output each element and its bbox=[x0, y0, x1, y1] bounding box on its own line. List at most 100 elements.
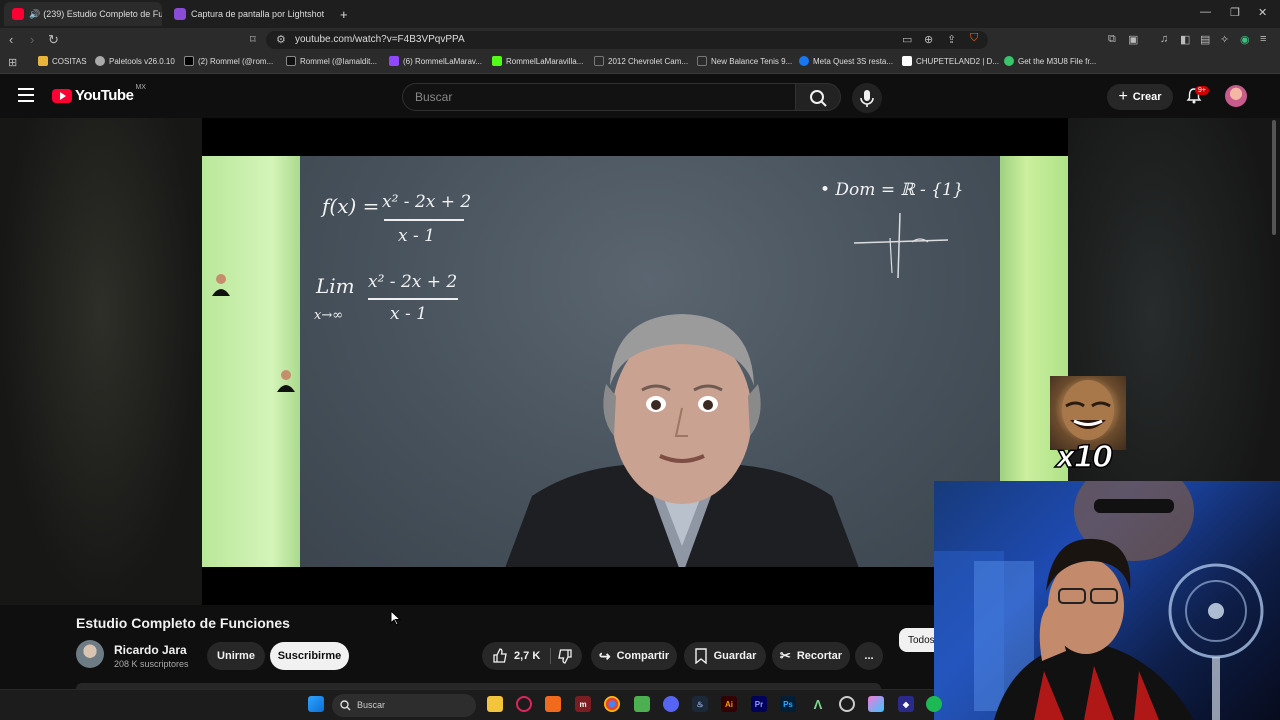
limit-fraction-bar bbox=[368, 298, 458, 300]
extension-icon bbox=[1004, 56, 1014, 66]
create-button[interactable]: + Crear bbox=[1107, 84, 1173, 110]
back-icon[interactable]: ‹ bbox=[9, 32, 13, 48]
zoom-icon[interactable]: ⊕ bbox=[924, 33, 933, 46]
forward-icon[interactable]: › bbox=[30, 32, 34, 48]
maximize-icon[interactable]: ❐ bbox=[1230, 6, 1240, 19]
bookmark-item[interactable]: RommelLaMaravilla... bbox=[492, 56, 583, 66]
ambient-background-left bbox=[0, 118, 202, 605]
tab-youtube[interactable]: 🔊 (239) Estudio Completo de Fu ✕ bbox=[4, 2, 162, 26]
share-page-icon[interactable]: ⇪ bbox=[947, 33, 956, 46]
subscribe-button[interactable]: Suscribirme bbox=[270, 642, 349, 670]
dislike-button[interactable] bbox=[557, 648, 573, 667]
extensions-icon[interactable]: ⧉ bbox=[1108, 33, 1116, 46]
app-a-icon[interactable]: Λ bbox=[810, 696, 826, 712]
app-circle-icon[interactable] bbox=[839, 696, 855, 712]
channel-name[interactable]: Ricardo Jara bbox=[114, 643, 187, 657]
domain-text: • Dom = ℝ - {1} bbox=[820, 180, 964, 200]
reload-icon[interactable]: ↻ bbox=[48, 32, 59, 48]
apps-grid-icon[interactable]: ⊞ bbox=[8, 56, 17, 69]
page-scrollbar[interactable] bbox=[1272, 120, 1276, 235]
thumbs-up-icon bbox=[493, 648, 507, 663]
tab-lightshot[interactable]: Captura de pantalla por Lightshot bbox=[166, 2, 326, 26]
bookmark-item[interactable]: New Balance Tenis 9... bbox=[697, 56, 792, 66]
discord-icon[interactable] bbox=[663, 696, 679, 712]
voice-search-button[interactable] bbox=[852, 83, 882, 113]
bookmark-item[interactable]: CHUPETELAND2 | D... bbox=[902, 56, 999, 66]
site-info-icon[interactable]: ⚙ bbox=[276, 33, 286, 46]
youtube-play-icon bbox=[52, 88, 72, 103]
copilot-icon[interactable] bbox=[868, 696, 884, 712]
vpn-icon[interactable]: ◉ bbox=[1240, 33, 1250, 46]
leo-icon[interactable]: ✧ bbox=[1220, 33, 1229, 46]
streamer-webcam bbox=[934, 481, 1280, 720]
tiktok-icon bbox=[286, 56, 296, 66]
search-icon bbox=[810, 90, 827, 107]
spotify-icon[interactable] bbox=[926, 696, 942, 712]
h-icon bbox=[902, 56, 912, 66]
notification-count-badge: 9+ bbox=[1195, 86, 1209, 95]
illustrator-icon[interactable]: Ai bbox=[721, 696, 737, 712]
microphone-icon bbox=[860, 90, 874, 107]
plus-icon: + bbox=[1118, 88, 1128, 105]
youtube-logo[interactable]: YouTube MX bbox=[52, 84, 146, 104]
save-button[interactable]: Guardar bbox=[684, 642, 766, 670]
photoshop-icon[interactable]: Ps bbox=[780, 696, 796, 712]
tab-title: (239) Estudio Completo de Fu bbox=[43, 9, 162, 19]
minimize-icon[interactable]: — bbox=[1200, 6, 1211, 18]
fraction-bar bbox=[384, 219, 464, 221]
bookmark-item[interactable]: COSITAS bbox=[38, 56, 87, 66]
bookmark-item[interactable]: Meta Quest 3S resta... bbox=[799, 56, 893, 66]
menu-icon[interactable]: ≡ bbox=[1260, 33, 1266, 45]
bookmark-item[interactable]: (6) RommelLaMarav... bbox=[389, 56, 482, 66]
lightshot-favicon-icon bbox=[174, 8, 186, 20]
new-tab-button[interactable]: + bbox=[332, 2, 352, 26]
bookmark-item[interactable]: 2012 Chevrolet Cam... bbox=[594, 56, 688, 66]
bookmark-item[interactable]: (2) Rommel (@rom... bbox=[184, 56, 273, 66]
more-actions-button[interactable]: ... bbox=[855, 642, 883, 670]
opera-icon[interactable] bbox=[516, 696, 532, 712]
sidebar-icon[interactable]: ◧ bbox=[1180, 33, 1190, 46]
channel-avatar[interactable] bbox=[76, 640, 104, 668]
bookmark-item[interactable]: Paletools v26.0.10 bbox=[95, 56, 175, 66]
like-count: 2,7 K bbox=[514, 650, 541, 662]
screenshot-icon[interactable]: ▣ bbox=[1128, 33, 1138, 46]
app-m-icon[interactable]: m bbox=[575, 696, 591, 712]
bookmark-item[interactable]: Rommel (@lamaldit... bbox=[286, 56, 377, 66]
kick-icon bbox=[492, 56, 502, 66]
close-window-icon[interactable]: ✕ bbox=[1258, 6, 1267, 19]
browser-tab-strip: 🔊 (239) Estudio Completo de Fu ✕ Captura… bbox=[0, 0, 1280, 28]
meme-multiplier-text: x10 bbox=[1055, 439, 1114, 476]
install-app-icon[interactable]: ▭ bbox=[902, 33, 912, 46]
sticker-person-icon bbox=[277, 370, 295, 392]
youtube-favicon-icon bbox=[12, 8, 24, 20]
app-diamond-icon[interactable]: ◆ bbox=[898, 696, 914, 712]
brave-browser-icon[interactable] bbox=[545, 696, 561, 712]
like-button[interactable]: 2,7 K bbox=[492, 648, 540, 664]
music-icon[interactable]: ♫ bbox=[1160, 33, 1168, 45]
user-avatar[interactable] bbox=[1225, 85, 1247, 107]
address-bar[interactable]: ⚙ youtube.com/watch?v=F4B3VPqvPPA ▭ ⊕ ⇪ … bbox=[266, 31, 988, 49]
windows-start-icon[interactable] bbox=[308, 696, 324, 712]
brave-shield-icon[interactable]: ⛉ bbox=[970, 32, 978, 45]
bookmark-item[interactable]: Get the M3U8 File fr... bbox=[1004, 56, 1096, 66]
limit-subscript: x→∞ bbox=[314, 308, 344, 323]
taskbar-search[interactable]: Buscar bbox=[332, 694, 476, 717]
steam-icon[interactable]: ♨ bbox=[692, 696, 708, 712]
bookmark-icon[interactable]: ⌑ bbox=[250, 33, 256, 46]
premiere-icon[interactable]: Pr bbox=[751, 696, 767, 712]
app-green-icon[interactable] bbox=[634, 696, 650, 712]
search-button[interactable] bbox=[795, 83, 841, 111]
chrome-icon[interactable] bbox=[604, 696, 620, 712]
wallet-icon[interactable]: ▤ bbox=[1200, 33, 1210, 46]
file-explorer-icon[interactable] bbox=[487, 696, 503, 712]
clip-button[interactable]: ✂ Recortar bbox=[772, 642, 850, 670]
hamburger-menu-icon[interactable] bbox=[18, 88, 34, 102]
search-box bbox=[402, 83, 796, 111]
x-icon bbox=[184, 56, 194, 66]
limit-label: Lim bbox=[316, 274, 355, 298]
page-icon bbox=[594, 56, 604, 66]
share-button[interactable]: ↪ Compartir bbox=[591, 642, 677, 670]
join-button[interactable]: Unirme bbox=[207, 642, 265, 670]
search-input[interactable] bbox=[403, 84, 763, 110]
url-text: youtube.com/watch?v=F4B3VPqvPPA bbox=[295, 34, 465, 45]
